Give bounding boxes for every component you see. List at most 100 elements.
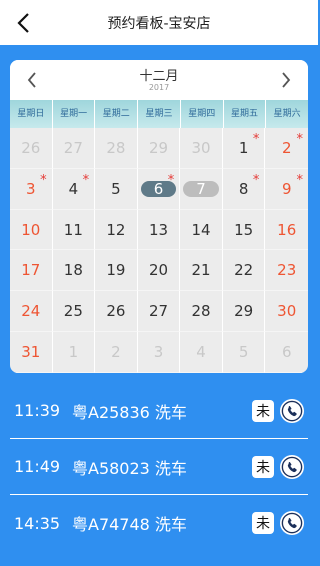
day-number: 25 [63, 302, 83, 321]
appointment-marker-icon: * [252, 132, 260, 147]
weekday-label: 星期日 [10, 100, 53, 128]
day-number: 5 [238, 343, 249, 362]
phone-icon [281, 400, 303, 421]
calendar-day-selected[interactable]: 6 * [137, 168, 181, 210]
calendar-day[interactable]: 2 * [265, 128, 308, 169]
calendar-day[interactable]: 13 [137, 209, 181, 251]
day-number: 3 [26, 179, 36, 198]
calendar-day[interactable]: 23 [265, 250, 308, 292]
appointment-time: 11:39 [14, 401, 61, 420]
appointment-description: 粤A25836 洗车 [72, 402, 187, 422]
day-number: 17 [21, 261, 41, 280]
appointment-row[interactable]: 11:49 粤A58023 洗车 未 [10, 439, 308, 495]
calendar-day[interactable]: 29 [222, 291, 266, 333]
day-number: 29 [148, 138, 169, 157]
calendar-day[interactable]: 28 [180, 291, 223, 333]
day-number: 14 [191, 220, 211, 239]
calendar-day[interactable]: 3 * [10, 168, 53, 210]
phone-icon [281, 512, 303, 534]
calendar-day[interactable]: 28 [95, 128, 138, 169]
calendar-day[interactable]: 3 [137, 332, 181, 373]
day-number: 12 [106, 220, 126, 239]
calendar-day[interactable]: 2 [95, 332, 138, 373]
calendar-day[interactable]: 15 [222, 209, 266, 251]
appointment-row[interactable]: 14:35 粤A74748 洗车 未 [10, 495, 308, 551]
calendar-day[interactable]: 4 * [52, 168, 96, 210]
appointment-time: 11:49 [14, 457, 61, 476]
day-number: 2 [111, 343, 121, 362]
day-number: 21 [191, 261, 211, 280]
day-number: 30 [191, 138, 211, 157]
phone-icon [281, 456, 303, 477]
day-number: 4 [68, 179, 79, 198]
call-button[interactable] [280, 454, 304, 479]
day-number: 9 [281, 179, 292, 198]
calendar-day[interactable]: 27 [137, 291, 181, 333]
calendar-day-today[interactable]: 7 [180, 168, 223, 210]
calendar-day[interactable]: 10 [10, 209, 53, 251]
appointment-marker-icon: * [167, 172, 175, 188]
calendar-day[interactable]: 12 [95, 209, 138, 251]
day-number: 31 [21, 343, 41, 362]
calendar-day[interactable]: 17 [10, 250, 53, 292]
calendar-day[interactable]: 19 [95, 250, 138, 292]
calendar-day[interactable]: 31 [10, 332, 53, 373]
calendar-day[interactable]: 21 [180, 250, 223, 292]
day-number: 13 [148, 220, 169, 239]
calendar-day[interactable]: 26 [95, 291, 138, 333]
day-number: 1 [238, 138, 249, 157]
status-badge: 未 [252, 399, 274, 422]
weekday-label: 星期三 [138, 100, 181, 128]
calendar-day[interactable]: 11 [52, 209, 96, 251]
weekday-label: 星期四 [181, 100, 224, 128]
calendar-day[interactable]: 29 [137, 128, 181, 169]
day-number: 18 [63, 261, 83, 280]
weekday-label: 星期六 [273, 109, 301, 119]
calendar-day[interactable]: 22 [222, 250, 266, 292]
chevron-right-icon [282, 72, 291, 88]
back-button[interactable] [6, 6, 40, 40]
calendar-day[interactable]: 14 [180, 209, 223, 251]
day-number: 22 [234, 261, 254, 280]
calendar-day[interactable]: 1 * [222, 128, 266, 169]
day-number: 6 [281, 343, 292, 362]
day-number: 8 [238, 179, 249, 198]
appointment-marker-icon: * [252, 172, 260, 188]
calendar-day[interactable]: 27 [52, 128, 96, 169]
calendar: 十二月 2017 星期日 星期一 星期二 星期三 星期四 星期五 星期六 26 27 28 29 3… [10, 60, 308, 373]
day-number: 1 [68, 343, 79, 362]
calendar-day[interactable]: 24 [10, 291, 53, 333]
day-number: 26 [21, 138, 41, 157]
calendar-day[interactable]: 20 [137, 250, 181, 292]
calendar-day[interactable]: 18 [52, 250, 96, 292]
call-button[interactable] [280, 398, 304, 423]
day-number: 2 [281, 138, 292, 157]
calendar-day[interactable]: 5 [95, 168, 138, 210]
day-number: 10 [21, 220, 41, 239]
page-title: 预约看板-宝安店 [107, 15, 211, 32]
calendar-day[interactable]: 16 [265, 210, 308, 251]
calendar-day[interactable]: 26 [10, 128, 53, 169]
calendar-day[interactable]: 4 [180, 332, 223, 373]
day-number: 27 [148, 302, 169, 321]
weekday-label: 星期二 [95, 100, 139, 128]
calendar-day[interactable]: 30 [180, 128, 223, 169]
day-number: 23 [277, 261, 297, 280]
day-number: 7 [196, 179, 206, 198]
calendar-day[interactable]: 8 * [222, 168, 266, 210]
next-month-button[interactable] [272, 66, 300, 94]
weekday-label: 星期五 [224, 100, 267, 128]
appointment-marker-icon: * [82, 172, 90, 188]
appointment-row[interactable]: 11:39 粤A25836 洗车 未 [10, 383, 308, 439]
call-button[interactable] [280, 511, 304, 535]
calendar-day[interactable]: 30 [265, 291, 308, 333]
appointment-description: 粤A58023 洗车 [72, 458, 187, 478]
calendar-day[interactable]: 5 [222, 332, 266, 373]
day-number: 28 [191, 302, 211, 321]
day-number: 29 [234, 302, 254, 321]
calendar-day[interactable]: 9 * [265, 169, 308, 210]
appointment-marker-icon: * [296, 132, 304, 147]
calendar-day[interactable]: 1 [52, 332, 96, 373]
calendar-day[interactable]: 25 [52, 291, 96, 333]
calendar-day[interactable]: 6 [265, 332, 308, 373]
